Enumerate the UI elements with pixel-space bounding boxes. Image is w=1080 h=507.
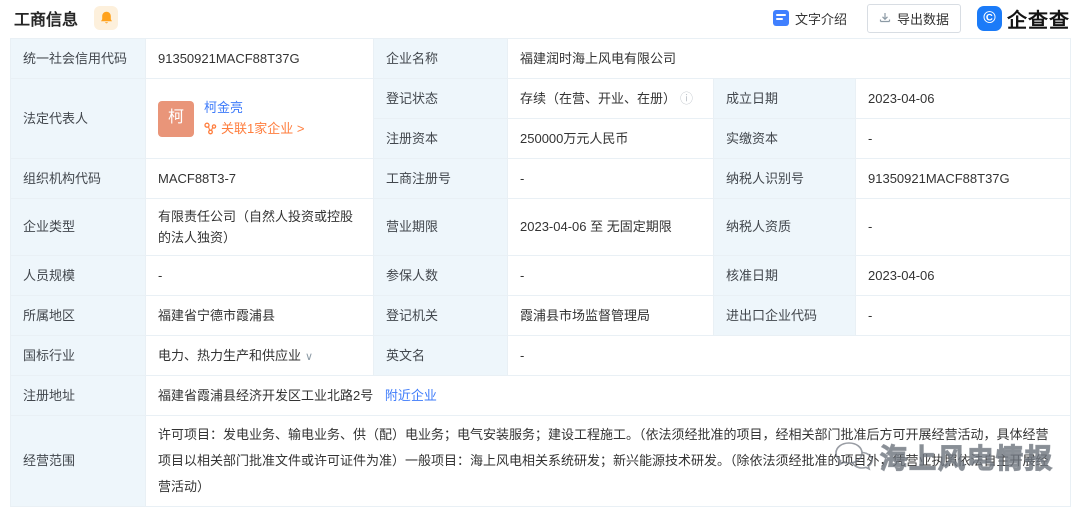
bell-icon <box>100 11 113 25</box>
field-value-reg-capital: 250000万元人民币 <box>508 119 714 159</box>
table-row: 所属地区 福建省宁德市霞浦县 登记机关 霞浦县市场监督管理局 进出口企业代码 - <box>11 296 1071 336</box>
info-icon[interactable]: ⓘ <box>680 91 693 106</box>
field-label-legal-rep: 法定代表人 <box>11 79 146 159</box>
field-value-org-code: MACF88T3-7 <box>146 159 374 199</box>
reg-status-text: 存续（在营、开业、在册） <box>520 91 676 106</box>
field-value-legal-rep: 柯 柯金亮 关联1家企业 > <box>146 79 374 159</box>
field-value-scope: 许可项目：发电业务、输电业务、供（配）电业务；电气安装服务；建设工程施工。（依法… <box>146 416 1071 507</box>
table-row: 注册地址 福建省霞浦县经济开发区工业北路2号 附近企业 <box>11 376 1071 416</box>
table-row: 人员规模 - 参保人数 - 核准日期 2023-04-06 <box>11 256 1071 296</box>
field-value-company-type: 有限责任公司（自然人投资或控股的法人独资） <box>146 199 374 256</box>
document-icon <box>773 10 789 26</box>
table-row: 国标行业 电力、热力生产和供应业 ∨ 英文名 - <box>11 336 1071 376</box>
brand-name: 企查查 <box>1007 4 1070 33</box>
field-label-reg-status: 登记状态 <box>374 79 508 119</box>
qichacha-icon: © <box>977 6 1002 31</box>
nearby-companies-link[interactable]: 附近企业 <box>385 388 437 403</box>
table-row: 法定代表人 柯 柯金亮 关联1家企业 > <box>11 79 1071 119</box>
table-row: 组织机构代码 MACF88T3-7 工商注册号 - 纳税人识别号 9135092… <box>11 159 1071 199</box>
related-companies-label: 关联1家企业 > <box>221 120 304 138</box>
field-value-biz-term: 2023-04-06 至 无固定期限 <box>508 199 714 256</box>
field-value-staff-size: - <box>146 256 374 296</box>
field-value-paid-capital: - <box>856 119 1071 159</box>
field-label-insured: 参保人数 <box>374 256 508 296</box>
field-label-biz-term: 营业期限 <box>374 199 508 256</box>
business-info-table: 统一社会信用代码 91350921MACF88T37G 企业名称 福建润时海上风… <box>10 38 1071 507</box>
legal-rep-links: 柯金亮 关联1家企业 > <box>204 99 304 137</box>
field-label-org-code: 组织机构代码 <box>11 159 146 199</box>
field-label-company-type: 企业类型 <box>11 199 146 256</box>
related-companies-link[interactable]: 关联1家企业 > <box>204 120 304 138</box>
field-label-company-name: 企业名称 <box>374 39 508 79</box>
table-row: 统一社会信用代码 91350921MACF88T37G 企业名称 福建润时海上风… <box>11 39 1071 79</box>
avatar[interactable]: 柯 <box>158 101 194 137</box>
legal-rep-card: 柯 柯金亮 关联1家企业 > <box>158 99 361 137</box>
field-label-reg-authority: 登记机关 <box>374 296 508 336</box>
legal-rep-name-link[interactable]: 柯金亮 <box>204 99 304 117</box>
field-label-est-date: 成立日期 <box>714 79 856 119</box>
field-label-taxpayer-qual: 纳税人资质 <box>714 199 856 256</box>
text-intro-button[interactable]: 文字介绍 <box>773 9 847 28</box>
field-value-approval-date: 2023-04-06 <box>856 256 1071 296</box>
table-row: 企业类型 有限责任公司（自然人投资或控股的法人独资） 营业期限 2023-04-… <box>11 199 1071 256</box>
field-label-region: 所属地区 <box>11 296 146 336</box>
field-label-credit-code: 统一社会信用代码 <box>11 39 146 79</box>
export-data-label: 导出数据 <box>897 9 949 28</box>
address-text: 福建省霞浦县经济开发区工业北路2号 <box>158 388 373 403</box>
field-value-reg-status: 存续（在营、开业、在册） ⓘ <box>508 79 714 119</box>
field-label-staff-size: 人员规模 <box>11 256 146 296</box>
field-label-import-export: 进出口企业代码 <box>714 296 856 336</box>
related-company-icon <box>204 122 217 135</box>
text-intro-label: 文字介绍 <box>795 9 847 28</box>
bell-button[interactable] <box>94 6 118 30</box>
field-value-industry: 电力、热力生产和供应业 ∨ <box>146 336 374 376</box>
field-label-english-name: 英文名 <box>374 336 508 376</box>
chevron-down-icon[interactable]: ∨ <box>305 351 313 363</box>
field-label-paid-capital: 实缴资本 <box>714 119 856 159</box>
field-value-taxpayer-qual: - <box>856 199 1071 256</box>
field-value-address: 福建省霞浦县经济开发区工业北路2号 附近企业 <box>146 376 1071 416</box>
field-value-taxpayer-id: 91350921MACF88T37G <box>856 159 1071 199</box>
export-data-button[interactable]: 导出数据 <box>867 4 961 33</box>
field-value-import-export: - <box>856 296 1071 336</box>
page-title: 工商信息 <box>14 6 78 30</box>
field-value-english-name: - <box>508 336 1071 376</box>
field-value-est-date: 2023-04-06 <box>856 79 1071 119</box>
industry-text: 电力、热力生产和供应业 <box>158 348 301 363</box>
field-label-industry: 国标行业 <box>11 336 146 376</box>
field-label-approval-date: 核准日期 <box>714 256 856 296</box>
field-label-biz-reg-no: 工商注册号 <box>374 159 508 199</box>
field-label-reg-capital: 注册资本 <box>374 119 508 159</box>
field-value-region: 福建省宁德市霞浦县 <box>146 296 374 336</box>
table-row: 经营范围 许可项目：发电业务、输电业务、供（配）电业务；电气安装服务；建设工程施… <box>11 416 1071 507</box>
field-value-reg-authority: 霞浦县市场监督管理局 <box>508 296 714 336</box>
download-icon <box>879 12 891 24</box>
field-label-taxpayer-id: 纳税人识别号 <box>714 159 856 199</box>
field-value-credit-code: 91350921MACF88T37G <box>146 39 374 79</box>
field-label-address: 注册地址 <box>11 376 146 416</box>
toolbar: 工商信息 文字介绍 导出数据 © 企查查 <box>0 0 1080 36</box>
brand-logo[interactable]: © 企查查 <box>977 4 1070 33</box>
field-label-scope: 经营范围 <box>11 416 146 507</box>
field-value-insured: - <box>508 256 714 296</box>
field-value-biz-reg-no: - <box>508 159 714 199</box>
field-value-company-name: 福建润时海上风电有限公司 <box>508 39 1071 79</box>
